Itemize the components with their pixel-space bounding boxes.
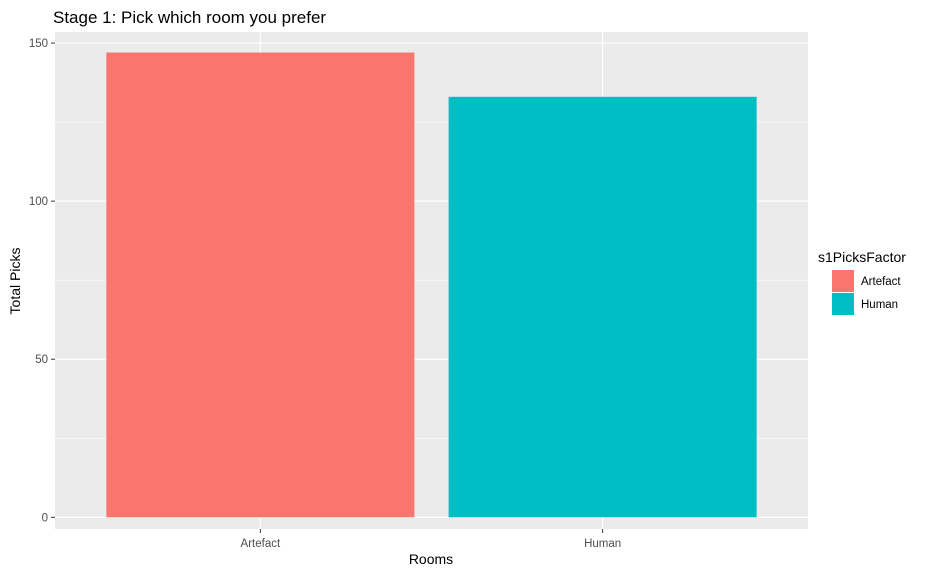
y-tick-label: 150 <box>29 38 48 50</box>
y-tick-label: 100 <box>29 196 48 208</box>
y-tick-label: 0 <box>42 512 48 524</box>
y-tick-label: 50 <box>35 354 48 366</box>
legend-title: s1PicksFactor <box>818 249 906 265</box>
y-axis-title: Total Picks <box>7 248 23 315</box>
x-axis-ticks: Artefact Human <box>241 529 621 550</box>
y-axis-ticks: 0 50 100 150 <box>29 38 55 524</box>
bar-artefact <box>106 52 415 518</box>
legend-key <box>832 293 854 315</box>
x-tick-label: Artefact <box>241 538 281 550</box>
legend-key <box>832 270 854 292</box>
chart-title: Stage 1: Pick which room you prefer <box>53 8 326 27</box>
legend: s1PicksFactor Artefact Human <box>818 249 906 315</box>
bar-human <box>448 96 757 518</box>
legend-label: Human <box>861 299 898 311</box>
legend-label: Artefact <box>861 276 901 288</box>
bar-chart: Stage 1: Pick which room you prefer 0 50 1… <box>7 8 906 567</box>
x-axis-title: Rooms <box>409 551 453 567</box>
x-tick-label: Human <box>584 538 621 550</box>
